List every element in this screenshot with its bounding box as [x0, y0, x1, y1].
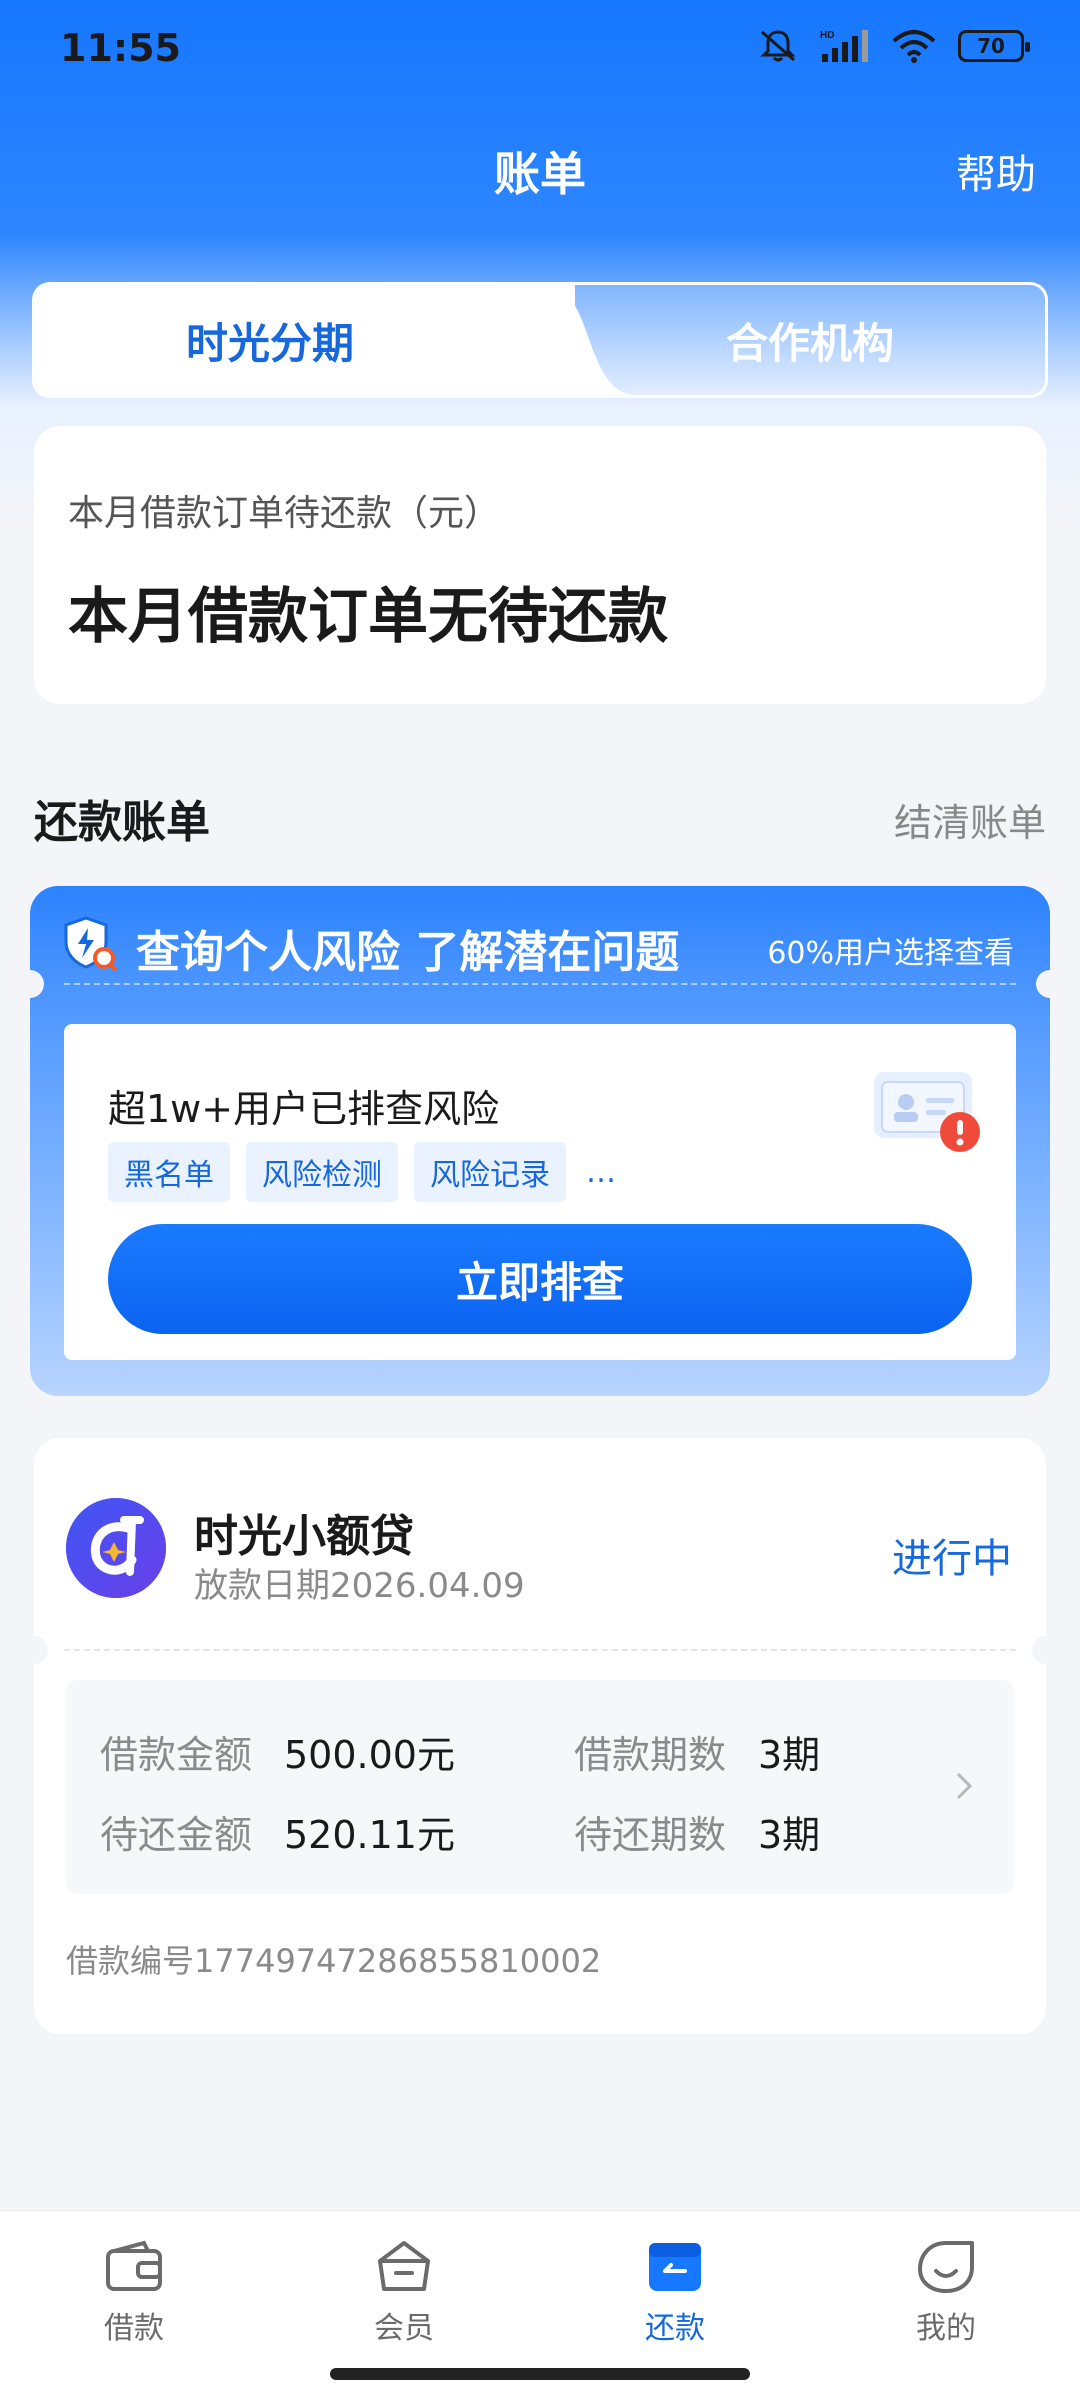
risk-inner-panel: 超1w+用户已排查风险 黑名单 风险检测 风险记录 … 立即排查: [64, 1024, 1016, 1360]
risk-tags: 黑名单 风险检测 风险记录 …: [108, 1142, 616, 1202]
due-periods-value: 3期: [758, 1813, 821, 1857]
tags-more: …: [586, 1154, 616, 1190]
nav-item-borrow[interactable]: 借款: [64, 2239, 204, 2347]
section-title: 还款账单: [34, 797, 210, 848]
wallet-icon: [106, 2240, 162, 2291]
due-periods-label: 待还期数: [574, 1813, 727, 1857]
chevron-right-icon: [956, 1772, 973, 1800]
nav-label-member: 会员: [374, 2311, 434, 2346]
nav-item-mine[interactable]: 我的: [876, 2239, 1016, 2347]
risk-inner-title: 超1w+用户已排查风险: [108, 1087, 500, 1131]
loan-detail-panel[interactable]: 借款金额 500.00元 借款期数 3期 待还金额 520.11元 待还期数 3…: [66, 1680, 1014, 1894]
battery-level: 70: [977, 34, 1005, 58]
basket-icon: [378, 2241, 430, 2291]
nav-label-repay: 还款: [645, 2311, 705, 2346]
nav-label-mine: 我的: [916, 2311, 976, 2346]
periods-value: 3期: [758, 1733, 821, 1777]
dashed-divider: [64, 1649, 1016, 1651]
nav-item-repay[interactable]: 还款: [605, 2239, 745, 2347]
loan-number: 借款编号17749747286855810002: [66, 1942, 602, 1980]
disbursement-date: 放款日期2026.04.09: [194, 1566, 525, 1606]
tag-risk-detection: 风险检测: [246, 1142, 398, 1202]
notch-right: [1032, 1636, 1060, 1664]
wifi-icon: [892, 30, 936, 63]
product-name: 时光小额贷: [194, 1511, 414, 1562]
nav-item-member[interactable]: 会员: [334, 2239, 474, 2347]
amount-label: 借款金额: [100, 1733, 253, 1777]
product-logo-icon: [66, 1498, 166, 1598]
check-now-button[interactable]: 立即排查: [108, 1224, 972, 1334]
status-badge: 进行中: [892, 1536, 1012, 1582]
battery-icon: 70: [958, 30, 1030, 62]
tab-partner-institutions[interactable]: 合作机构: [575, 285, 1045, 395]
id-card-warning-icon: [874, 1072, 980, 1152]
segmented-tabs: 时光分期 合作机构: [32, 282, 1048, 398]
risk-title: 查询个人风险 了解潜在问题: [136, 927, 680, 978]
bill-page: 11:55 HD 70 账单 帮助 时光分期 合作机构 本月借款订单待还款（元）…: [0, 0, 1080, 2400]
tab-shiguang-installment[interactable]: 时光分期: [35, 285, 575, 395]
due-amount-value: 520.11元: [284, 1813, 455, 1857]
tag-risk-record: 风险记录: [414, 1142, 566, 1202]
loan-detail-row: 借款金额 500.00元 借款期数 3期: [100, 1724, 820, 1779]
risk-hint: 60%用户选择查看: [767, 936, 1014, 971]
status-icons: HD 70: [758, 28, 1030, 64]
home-indicator[interactable]: [330, 2368, 750, 2380]
tag-blacklist: 黑名单: [108, 1142, 230, 1202]
status-time: 11:55: [60, 26, 181, 70]
status-bar: 11:55 HD 70: [0, 0, 1080, 100]
repay-icon: [649, 2243, 701, 2291]
periods-label: 借款期数: [574, 1733, 727, 1777]
due-amount-label: 待还金额: [100, 1813, 253, 1857]
summary-value: 本月借款订单无待还款: [68, 582, 668, 652]
loan-detail-row: 待还金额 520.11元 待还期数 3期: [100, 1804, 820, 1859]
settled-bills-link[interactable]: 结清账单: [894, 792, 1046, 847]
risk-check-card: 查询个人风险 了解潜在问题 60%用户选择查看 超1w+用户已排查风险 黑名单 …: [16, 886, 1064, 1396]
shield-search-icon: [64, 916, 118, 972]
nav-label-borrow: 借款: [104, 2311, 164, 2346]
monthly-summary-card: 本月借款订单待还款（元） 本月借款订单无待还款: [34, 426, 1046, 704]
amount-value: 500.00元: [284, 1733, 455, 1777]
help-link[interactable]: 帮助: [956, 142, 1036, 200]
notch-right: [1036, 970, 1064, 998]
svg-text:HD: HD: [820, 30, 834, 41]
notch-left: [20, 1636, 48, 1664]
smile-icon: [918, 2241, 974, 2293]
notch-left: [16, 970, 44, 998]
mute-icon: [760, 30, 796, 62]
hd-signal-icon: HD: [820, 30, 868, 62]
summary-label: 本月借款订单待还款（元）: [68, 493, 501, 534]
loan-bill-card[interactable]: 时光小额贷 放款日期2026.04.09 进行中 借款金额 500.00元 借款…: [20, 1438, 1060, 2034]
page-title: 账单: [494, 147, 586, 201]
dashed-divider: [64, 983, 1016, 985]
